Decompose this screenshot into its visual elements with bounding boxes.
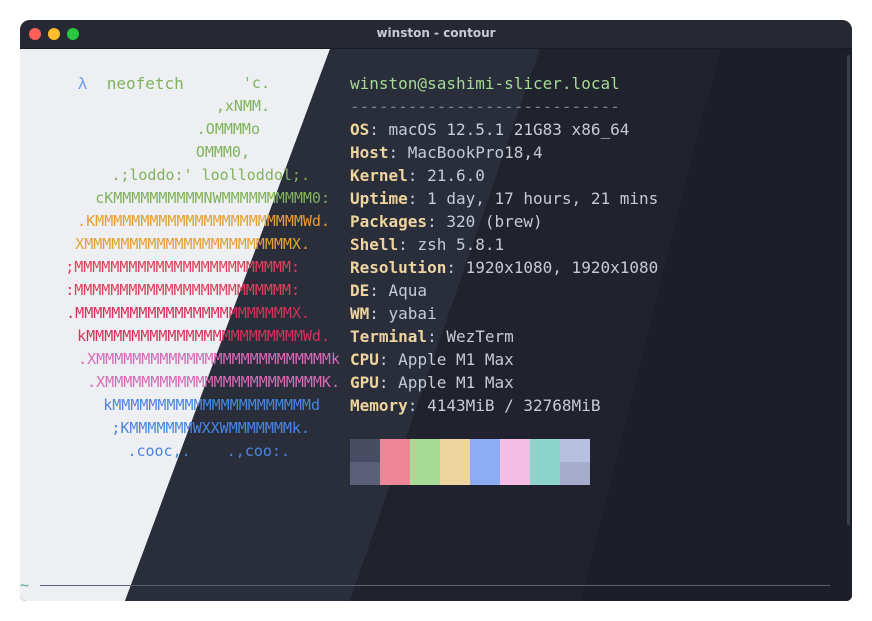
info-row: Memory: 4143MiB / 32768MiB <box>350 396 601 415</box>
color-swatch <box>410 439 440 462</box>
info-row: CPU: Apple M1 Max <box>350 350 514 369</box>
info-row: Kernel: 21.6.0 <box>350 166 485 185</box>
info-key: DE <box>350 281 370 300</box>
info-row: WM: yabai <box>350 304 437 323</box>
prompt-line: λ neofetch <box>20 49 184 118</box>
logo-line: .cooc,. .,coo:. <box>127 442 290 460</box>
color-swatch <box>560 439 590 462</box>
color-swatch <box>380 462 410 485</box>
info-key: GPU <box>350 373 379 392</box>
logo-line: cKMMMMMMMMMMNWMMMMMMMMMM0: <box>95 189 330 207</box>
info-key: Shell <box>350 235 399 254</box>
info-value: zsh 5.8.1 <box>417 235 505 254</box>
color-swatch <box>470 462 500 485</box>
info-value: 21.6.0 <box>427 166 485 185</box>
logo-line: kMMMMMMMMMMMMMMMMMMMMMMd <box>103 396 320 414</box>
tilde-marker: ~ <box>20 576 30 594</box>
info-key: Resolution <box>350 258 447 277</box>
window-title: winston - contour <box>376 26 496 40</box>
logo-line: .OMMMMo <box>196 120 260 138</box>
info-value: macOS 12.5.1 21G83 x86_64 <box>388 120 630 139</box>
info-row: Uptime: 1 day, 17 hours, 21 mins <box>350 189 659 208</box>
info-value: Apple M1 Max <box>398 350 514 369</box>
color-swatch <box>350 462 380 485</box>
logo-line: ,xNMM. <box>215 97 270 115</box>
color-swatch <box>500 439 530 462</box>
info-key: Host <box>350 143 389 162</box>
divider <box>40 585 830 586</box>
color-swatch <box>500 462 530 485</box>
scrollbar[interactable] <box>847 55 850 525</box>
logo-line: ;KMMMMMMMWXXWMMMMMMMk. <box>111 419 310 437</box>
logo-line: .MMMMMMMMMMMMMMMMMMMMMMMMX. <box>66 304 310 322</box>
info-row: OS: macOS 12.5.1 21G83 x86_64 <box>350 120 630 139</box>
info-value: MacBookPro18,4 <box>407 143 543 162</box>
info-key: CPU <box>350 350 379 369</box>
color-swatch <box>530 439 560 462</box>
color-swatch <box>410 462 440 485</box>
color-swatch <box>560 462 590 485</box>
info-value: 1920x1080, 1920x1080 <box>465 258 659 277</box>
terminal-content[interactable]: λ neofetch 'c. ,xNMM. .OMMMMo OMMM0, .;loddo… <box>20 49 852 601</box>
terminal-window: winston - contour λ neofetch 'c. ,xNMM. .O… <box>20 20 852 601</box>
separator-line: ---------------------------- <box>350 97 620 116</box>
logo-line: .;loddo:' loolloddol;. <box>111 166 310 184</box>
info-key: Terminal <box>350 327 428 346</box>
info-key: Kernel <box>350 166 408 185</box>
logo-line: 'c. <box>242 74 270 92</box>
logo-line: ;MMMMMMMMMMMMMMMMMMMMMMMM: <box>65 258 300 276</box>
color-swatch <box>530 462 560 485</box>
info-row: Terminal: WezTerm <box>350 327 514 346</box>
info-key: Uptime <box>350 189 408 208</box>
info-value: yabai <box>388 304 437 323</box>
info-value: 4143MiB / 32768MiB <box>427 396 601 415</box>
prompt-symbol: λ <box>77 74 88 93</box>
title-bar[interactable]: winston - contour <box>20 20 852 49</box>
color-swatch <box>350 439 380 462</box>
user-host: winston@sashimi-slicer.local <box>350 74 620 93</box>
logo-line: kMMMMMMMMMMMMMMMMMMMMMMMMWd. <box>77 327 330 345</box>
info-row: Host: MacBookPro18,4 <box>350 143 543 162</box>
info-value: 320 (brew) <box>446 212 543 231</box>
info-key: OS <box>350 120 370 139</box>
logo-line: OMMM0, <box>195 143 250 161</box>
logo-line: :MMMMMMMMMMMMMMMMMMMMMMMM: <box>65 281 300 299</box>
info-row: Shell: zsh 5.8.1 <box>350 235 505 254</box>
info-value: 1 day, 17 hours, 21 mins <box>427 189 659 208</box>
info-row: DE: Aqua <box>350 281 428 300</box>
info-value: Aqua <box>388 281 428 300</box>
info-row: Resolution: 1920x1080, 1920x1080 <box>350 258 659 277</box>
info-value: Apple M1 Max <box>398 373 514 392</box>
color-swatch <box>380 439 410 462</box>
info-row: Packages: 320 (brew) <box>350 212 543 231</box>
logo-line: XMMMMMMMMMMMMMMMMMMMMMMMX. <box>75 235 310 253</box>
info-value: WezTerm <box>446 327 514 346</box>
command-text: neofetch <box>106 74 184 93</box>
logo-line: .XMMMMMMMMMMMMMMMMMMMMMMMMK. <box>87 373 340 391</box>
color-swatch <box>470 439 500 462</box>
color-swatch <box>440 462 470 485</box>
info-row: GPU: Apple M1 Max <box>350 373 514 392</box>
info-key: Memory <box>350 396 408 415</box>
logo-line: .XMMMMMMMMMMMMMMMMMMMMMMMMMMk <box>78 350 340 368</box>
info-key: WM <box>350 304 370 323</box>
info-key: Packages <box>350 212 428 231</box>
color-swatch <box>440 439 470 462</box>
logo-line: .KMMMMMMMMMMMMMMMMMMMMMMMWd. <box>77 212 330 230</box>
